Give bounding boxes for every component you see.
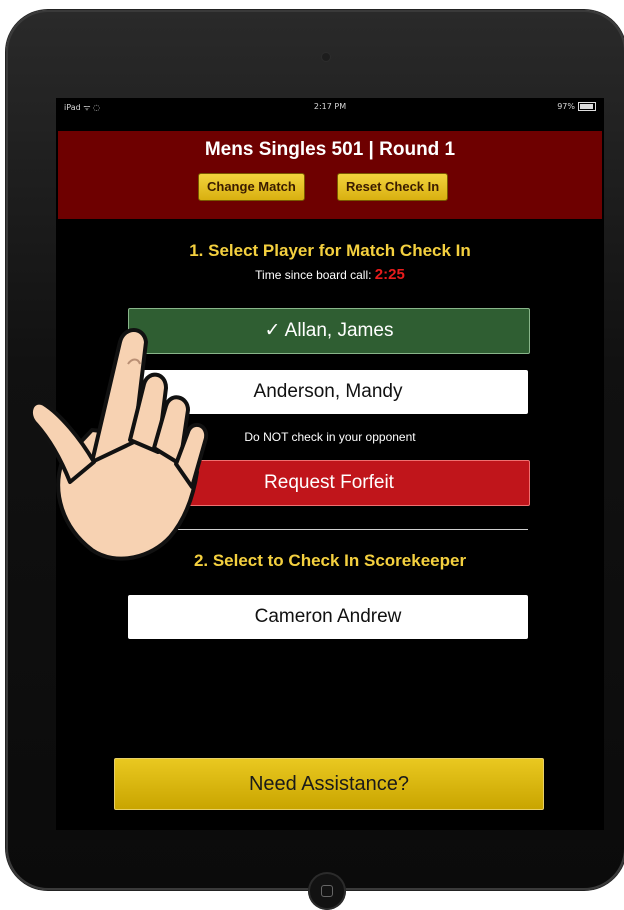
scorekeeper-button[interactable]: Cameron Andrew: [128, 595, 528, 639]
battery-status: 97%: [557, 102, 596, 111]
board-call-timer: Time since board call: 2:25: [56, 266, 604, 283]
front-camera: [322, 53, 330, 61]
battery-icon: [578, 102, 596, 111]
status-bar: iPad ᯤ ◌ 2:17 PM 97%: [56, 98, 604, 116]
reset-check-in-button[interactable]: Reset Check In: [337, 173, 449, 201]
status-time: 2:17 PM: [313, 102, 347, 111]
pointing-hand-icon: [32, 328, 209, 561]
home-button: [308, 872, 346, 910]
timer-label: Time since board call:: [255, 268, 372, 282]
need-assistance-button[interactable]: Need Assistance?: [114, 758, 544, 810]
timer-value: 2:25: [374, 266, 405, 283]
match-title: Mens Singles 501 | Round 1: [204, 139, 456, 160]
player-section-title: 1. Select Player for Match Check In: [189, 241, 471, 260]
battery-percent: 97%: [557, 102, 575, 111]
match-header: Mens Singles 501 | Round 1 Change Match …: [58, 131, 602, 219]
change-match-button[interactable]: Change Match: [198, 173, 305, 201]
